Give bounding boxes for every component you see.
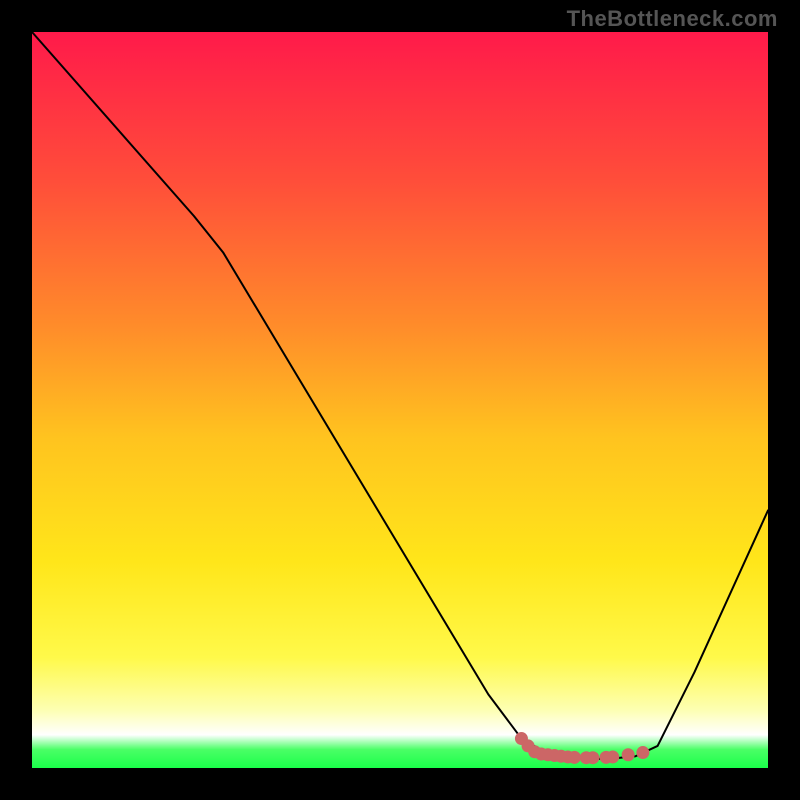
curve-marker (606, 750, 619, 763)
curve-marker (586, 751, 599, 764)
chart-frame: TheBottleneck.com (0, 0, 800, 800)
plot-background (32, 32, 768, 768)
curve-marker (636, 746, 649, 759)
curve-marker (622, 748, 635, 761)
curve-marker (568, 751, 581, 764)
chart-plot (0, 0, 800, 800)
